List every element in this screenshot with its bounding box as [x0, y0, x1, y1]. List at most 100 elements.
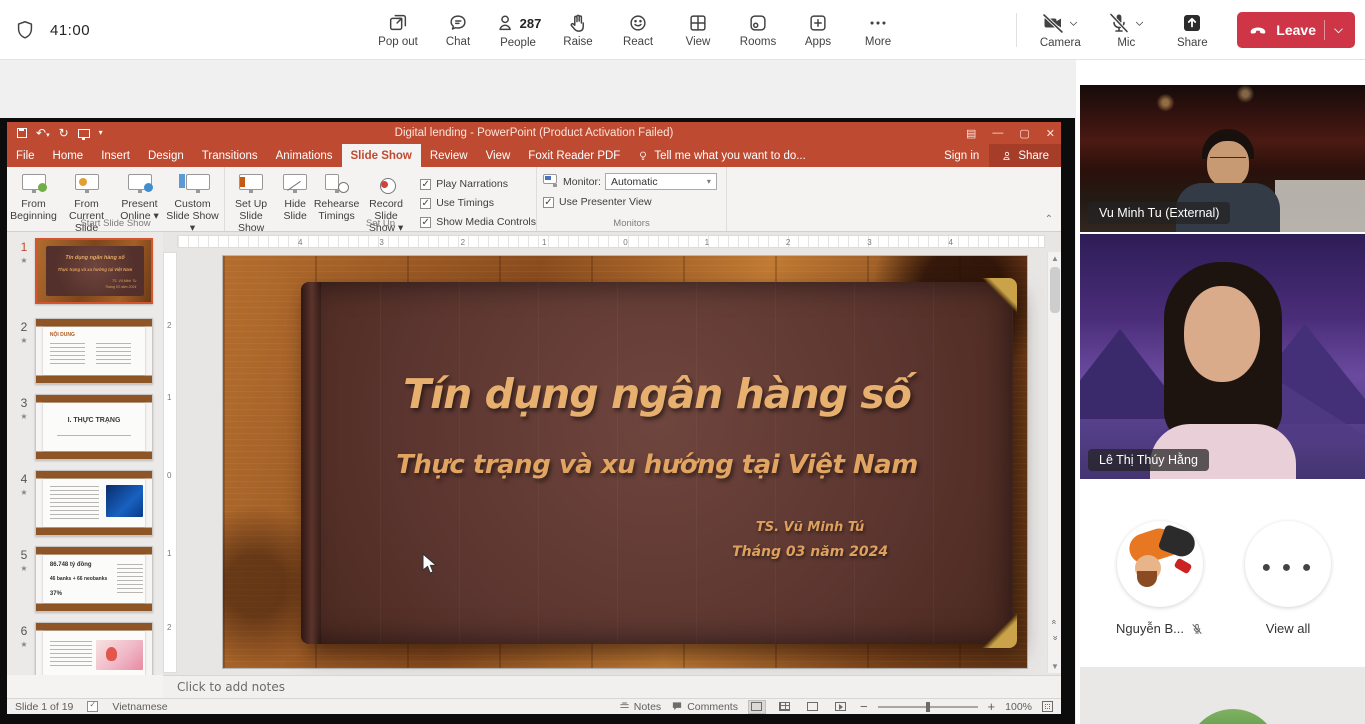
participant-glasses: [1210, 157, 1246, 165]
tab-transitions[interactable]: Transitions: [193, 144, 267, 167]
editor-scrollbar[interactable]: ▲ « « ▼: [1047, 252, 1061, 673]
ppt-share-button[interactable]: Share: [989, 144, 1061, 167]
share-tray-label: Mic: [1117, 37, 1135, 49]
play-narrations-checkbox[interactable]: ✓ Play Narrations: [420, 176, 536, 192]
ribbon-display-options-icon[interactable]: ▤: [966, 127, 976, 140]
zoom-level[interactable]: 100%: [1005, 701, 1032, 713]
people-button[interactable]: 287 People: [488, 2, 548, 58]
present-online-button[interactable]: Present Online ▾: [113, 170, 166, 222]
thumbnail-slide-1[interactable]: 1★ Tín dụng ngân hàng số Thực trạng và x…: [13, 238, 153, 304]
previous-slide-button[interactable]: «: [1048, 615, 1061, 629]
monitor-icon: [543, 174, 559, 187]
normal-view-button[interactable]: [748, 700, 766, 714]
thumbnail-slide-3[interactable]: 3★ I. THỰC TRẠNG: [13, 394, 153, 460]
rooms-button[interactable]: Rooms: [728, 2, 788, 58]
undo-icon[interactable]: ↶▾: [36, 127, 50, 139]
zoom-slider[interactable]: [878, 706, 978, 708]
tell-me-box[interactable]: Tell me what you want to do...: [629, 144, 814, 167]
video-tile-1[interactable]: Vu Minh Tu (External): [1080, 85, 1365, 232]
comments-toggle[interactable]: Comments: [671, 701, 738, 713]
quick-access-toolbar: ↶▾ ↻ ▾: [7, 127, 103, 139]
use-presenter-view-checkbox[interactable]: ✓ Use Presenter View: [543, 194, 726, 210]
pop-out-button[interactable]: Pop out: [368, 2, 428, 58]
redo-icon[interactable]: ↻: [59, 127, 69, 139]
gold-corner-top: [965, 278, 1017, 330]
tab-design[interactable]: Design: [139, 144, 193, 167]
view-all-button[interactable]: ● ● ● View all: [1228, 521, 1348, 636]
restore-icon[interactable]: ▢: [1019, 127, 1029, 140]
pop-out-label: Pop out: [378, 36, 418, 48]
collapse-ribbon-icon[interactable]: ⌃: [1045, 214, 1053, 225]
tab-view[interactable]: View: [477, 144, 520, 167]
thumbnail-slide-4[interactable]: 4★: [13, 470, 153, 536]
thumbnail-image[interactable]: [35, 622, 153, 675]
thumbnail-slide-2[interactable]: 2★ NỘI DUNG: [13, 318, 153, 384]
share-button[interactable]: Share: [1159, 2, 1225, 58]
raise-hand-button[interactable]: Raise: [548, 2, 608, 58]
hide-slide-button[interactable]: Hide Slide: [277, 170, 313, 222]
sign-in-button[interactable]: Sign in: [934, 144, 989, 167]
thumbnail-image[interactable]: 86.748 tỷ đồng 46 banks + 66 neobanks 37…: [35, 546, 153, 612]
thumbnail-slide-6[interactable]: 6★: [13, 622, 153, 675]
react-label: React: [623, 36, 653, 48]
checkbox-checked-icon: ✓: [420, 198, 431, 209]
notes-toggle[interactable]: Notes: [619, 701, 661, 713]
from-beginning-button[interactable]: From Beginning: [7, 170, 60, 222]
reading-view-button[interactable]: [804, 700, 822, 714]
chat-icon: [447, 12, 469, 34]
slide-show-view-button[interactable]: [832, 700, 850, 714]
save-icon[interactable]: [17, 128, 27, 138]
close-icon[interactable]: ✕: [1046, 127, 1055, 140]
more-button[interactable]: More: [848, 2, 908, 58]
use-timings-checkbox[interactable]: ✓ Use Timings: [420, 195, 536, 211]
tab-foxit-reader-pdf[interactable]: Foxit Reader PDF: [519, 144, 629, 167]
tab-insert[interactable]: Insert: [92, 144, 139, 167]
leave-button[interactable]: Leave: [1237, 12, 1355, 48]
minimize-icon[interactable]: —: [992, 127, 1003, 139]
tab-review[interactable]: Review: [421, 144, 477, 167]
camera-chevron-icon[interactable]: [1068, 18, 1079, 29]
video-tile-2[interactable]: Lê Thị Thúy Hằng: [1080, 234, 1365, 479]
slide-sorter-view-button[interactable]: [776, 700, 794, 714]
view-button[interactable]: View: [668, 2, 728, 58]
thumbnail-slide-5[interactable]: 5★ 86.748 tỷ đồng 46 banks + 66 neobanks…: [13, 546, 153, 612]
spellcheck-icon[interactable]: [87, 701, 98, 712]
video-tile-3[interactable]: [1080, 667, 1365, 724]
mic-chevron-icon[interactable]: [1134, 18, 1145, 29]
react-button[interactable]: React: [608, 2, 668, 58]
tab-file[interactable]: File: [7, 144, 44, 167]
tab-slide-show[interactable]: Slide Show: [342, 144, 421, 167]
mic-button[interactable]: Mic: [1093, 2, 1159, 58]
slide-number: 2: [21, 320, 28, 334]
apps-button[interactable]: Apps: [788, 2, 848, 58]
zoom-out-button[interactable]: −: [860, 699, 868, 714]
monitor-select[interactable]: Automatic ▾: [605, 173, 717, 190]
from-beginning-icon: [19, 172, 49, 196]
thumbnail-image[interactable]: I. THỰC TRẠNG: [35, 394, 153, 460]
slide-canvas[interactable]: Tín dụng ngân hàng số Thực trạng và xu h…: [223, 256, 1027, 668]
participant-avatar-tile[interactable]: Nguyễn B...: [1100, 521, 1220, 636]
thumbnail-image[interactable]: NỘI DUNG: [35, 318, 153, 384]
thumbnail-image[interactable]: Tín dụng ngân hàng số Thực trạng và xu h…: [35, 238, 153, 304]
next-slide-button[interactable]: «: [1048, 631, 1061, 645]
monitors-group-label: Monitors: [537, 218, 726, 229]
zoom-in-button[interactable]: +: [988, 699, 996, 714]
scroll-down-icon[interactable]: ▼: [1048, 660, 1061, 673]
notes-pane[interactable]: Click to add notes: [163, 675, 1061, 698]
scroll-up-icon[interactable]: ▲: [1048, 252, 1061, 265]
language-indicator[interactable]: Vietnamese: [112, 701, 167, 713]
zoom-slider-handle[interactable]: [926, 702, 930, 712]
scrollbar-handle[interactable]: [1050, 267, 1060, 313]
slide-thumbnail-panel: 1★ Tín dụng ngân hàng số Thực trạng và x…: [7, 232, 163, 675]
tab-animations[interactable]: Animations: [267, 144, 342, 167]
leave-chevron-icon[interactable]: [1332, 24, 1345, 37]
qat-customize-icon[interactable]: ▾: [99, 129, 103, 137]
thumbnail-image[interactable]: [35, 470, 153, 536]
mic-off-icon: [1107, 11, 1131, 35]
camera-button[interactable]: Camera: [1027, 2, 1093, 58]
start-slideshow-icon[interactable]: [78, 129, 90, 138]
fit-slide-button[interactable]: [1042, 701, 1053, 712]
chat-button[interactable]: Chat: [428, 2, 488, 58]
rehearse-timings-button[interactable]: Rehearse Timings: [313, 170, 360, 222]
tab-home[interactable]: Home: [44, 144, 93, 167]
